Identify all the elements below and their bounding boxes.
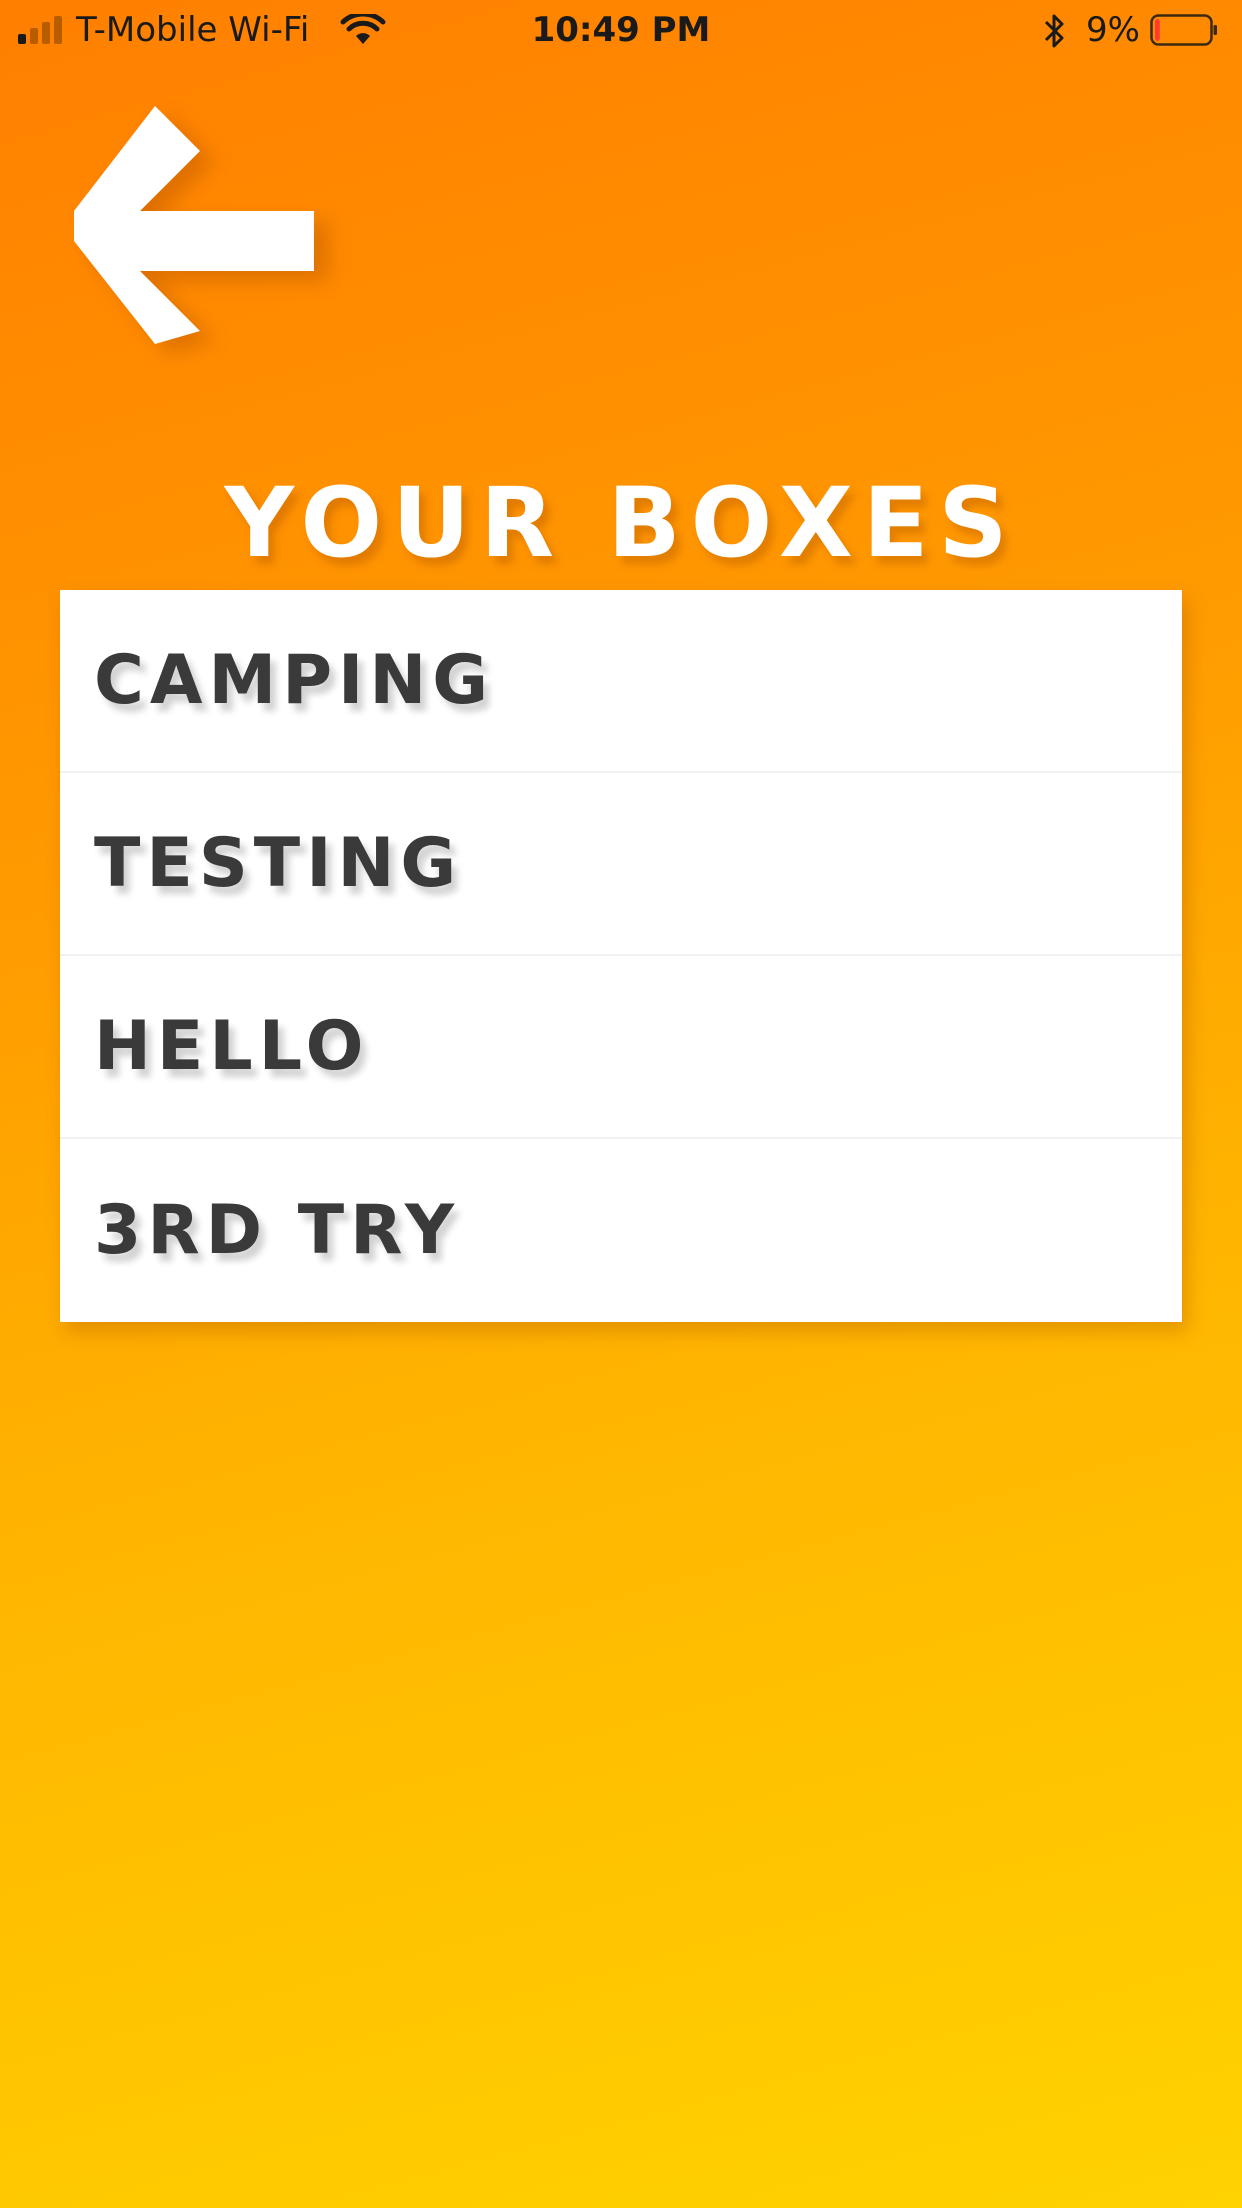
- box-label: TESTING: [94, 824, 463, 903]
- bluetooth-icon: [1044, 14, 1064, 48]
- battery-percentage: 9%: [1086, 10, 1140, 50]
- battery-low-icon: [1150, 14, 1217, 46]
- back-button[interactable]: [64, 96, 334, 356]
- box-item-3rd-try[interactable]: 3RD TRY: [60, 1139, 1182, 1322]
- box-label: 3RD TRY: [94, 1191, 461, 1270]
- box-item-hello[interactable]: HELLO: [60, 956, 1182, 1139]
- arrow-left-icon: [74, 106, 314, 344]
- box-label: HELLO: [94, 1007, 370, 1086]
- status-bar: T-Mobile Wi-Fi 10:49 PM 9%: [0, 0, 1242, 62]
- page-title: YOUR BOXES: [224, 467, 1018, 579]
- box-label: CAMPING: [94, 641, 495, 720]
- box-list: CAMPING TESTING HELLO 3RD TRY: [60, 590, 1182, 1322]
- box-item-testing[interactable]: TESTING: [60, 773, 1182, 956]
- box-item-camping[interactable]: CAMPING: [60, 590, 1182, 773]
